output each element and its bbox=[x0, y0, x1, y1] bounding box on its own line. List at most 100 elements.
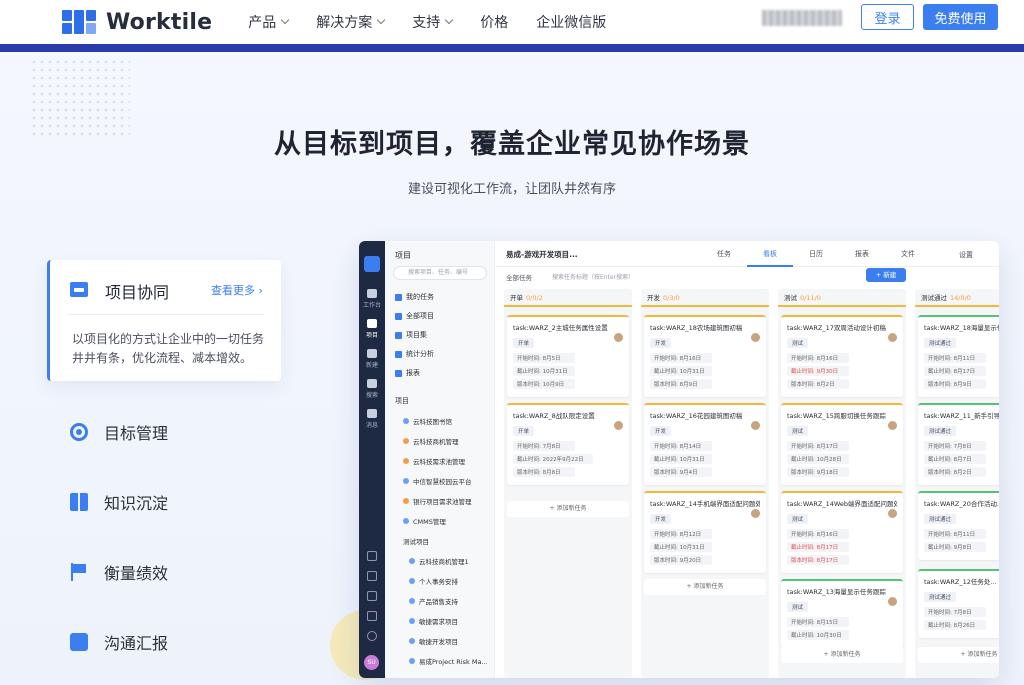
version-date: 版本时间: 8月2日 bbox=[787, 379, 849, 389]
column-count: 0/3/0 bbox=[663, 294, 680, 302]
tab-calendar[interactable]: 日历 bbox=[793, 241, 839, 267]
column-name: 开发 bbox=[647, 294, 660, 302]
project-item[interactable]: 银行项目需求池管理 bbox=[403, 496, 472, 506]
login-button[interactable]: 登录 bbox=[861, 4, 914, 30]
rail-search[interactable]: 搜索 bbox=[359, 379, 385, 399]
task-card[interactable]: task:WARZ_11_新手引导... 测试通过 开始时间: 7月8日 截止时… bbox=[918, 403, 999, 485]
start-date: 开始时间: 7月8日 bbox=[924, 441, 986, 451]
menu-label: 价格 bbox=[480, 15, 509, 31]
project-label: 个人事务安排 bbox=[419, 578, 458, 586]
see-more-link[interactable]: 查看更多 › bbox=[211, 282, 263, 298]
tab-board[interactable]: 看板 bbox=[747, 241, 793, 267]
settings-button[interactable]: 设置 bbox=[959, 250, 973, 260]
due-date: 截止时间: 10月31日 bbox=[650, 366, 712, 376]
project-item[interactable]: 产品销售支持 bbox=[409, 596, 458, 606]
feature-performance[interactable]: 衡量绩效 bbox=[70, 560, 168, 584]
settings-icon[interactable] bbox=[367, 551, 377, 561]
project-item[interactable]: 云科技商机管理1 bbox=[409, 556, 469, 566]
sidebar-label: 项目集 bbox=[406, 331, 427, 339]
task-card[interactable]: task:WARZ_8战队限定设置 开单 开始时间: 7月8日 截止时间: 20… bbox=[507, 403, 629, 485]
sidebar-item-all-projects[interactable]: 全部项目 bbox=[395, 311, 434, 321]
rail-projects[interactable]: 项目 bbox=[359, 319, 385, 339]
menu-item-pricing[interactable]: 价格 bbox=[480, 12, 508, 32]
task-card[interactable]: task:WARZ_18农场建筑图初稿 开发 开始时间: 8月16日 截止时间:… bbox=[644, 315, 766, 397]
feature-card-project[interactable]: 项目协同 查看更多 › 以项目化的方式让企业中的一切任务井井有条，优化流程、减本… bbox=[47, 260, 281, 381]
task-search-input[interactable]: 搜索任务标题（按Enter搜索） bbox=[552, 272, 634, 281]
feature-goals[interactable]: 目标管理 bbox=[70, 420, 168, 444]
menu-item-solutions[interactable]: 解决方案 bbox=[316, 12, 386, 32]
tab-tasks[interactable]: 任务 bbox=[701, 241, 747, 267]
sidebar-item-portfolio[interactable]: 项目集 bbox=[395, 330, 427, 340]
column-name: 开单 bbox=[510, 294, 523, 302]
task-card[interactable]: task:WARZ_18海量显示任务... 测试通过 开始时间: 8月11日 截… bbox=[918, 315, 999, 397]
help-icon[interactable] bbox=[367, 631, 377, 641]
calendar-icon[interactable] bbox=[367, 571, 377, 581]
task-card[interactable]: task:WARZ_20合作活动... 测试通过 开始时间: 8月11日 截止时… bbox=[918, 491, 999, 560]
due-date: 截止时间: 10月31日 bbox=[650, 542, 712, 552]
task-card[interactable]: task:WARZ_14Web端界面适配问题处理 测试 开始时间: 8月16日 … bbox=[781, 491, 903, 573]
start-date: 开始时间: 8月14日 bbox=[650, 441, 712, 451]
tab-reports[interactable]: 报表 bbox=[839, 241, 885, 267]
sidebar-search-input[interactable]: 搜索项目、任务、编号 bbox=[393, 266, 487, 280]
task-filter[interactable]: 全部任务 bbox=[506, 272, 532, 282]
free-trial-button[interactable]: 免费使用 bbox=[923, 4, 998, 30]
tab-files[interactable]: 文件 bbox=[885, 241, 931, 267]
folder-icon[interactable] bbox=[367, 591, 377, 601]
due-date: 截止时间: 10月30日 bbox=[787, 630, 849, 640]
task-card[interactable]: task:WARZ_16花园建筑图初稿 开发 开始时间: 8月14日 截止时间:… bbox=[644, 403, 766, 485]
menu-item-product[interactable]: 产品 bbox=[248, 12, 290, 32]
sidebar-label: 报表 bbox=[406, 369, 420, 377]
version-date: 版本时间: 8月17日 bbox=[787, 555, 849, 565]
assignee-avatar bbox=[888, 597, 897, 606]
box-icon[interactable] bbox=[367, 611, 377, 621]
project-item[interactable]: 个人事务安排 bbox=[409, 576, 458, 586]
project-item[interactable]: 敏捷需求项目 bbox=[409, 616, 458, 626]
project-group[interactable]: 测试项目 bbox=[403, 536, 429, 546]
add-task-button[interactable]: + 添加新任务 bbox=[918, 647, 999, 663]
project-item[interactable]: 中信智慧校园云平台 bbox=[403, 476, 472, 486]
task-icon bbox=[395, 293, 402, 301]
project-item[interactable]: 易成Project Risk Ma... bbox=[409, 656, 488, 666]
project-item[interactable]: 云科技图书馆 bbox=[403, 416, 452, 426]
project-switcher[interactable]: 易成-游戏开发项目... bbox=[506, 249, 578, 260]
user-avatar[interactable]: SU bbox=[364, 655, 379, 670]
start-date: 开始时间: 8月5日 bbox=[513, 353, 575, 363]
project-item[interactable]: 云科技需求池管理 bbox=[403, 456, 465, 466]
project-item[interactable]: CMMS管理 bbox=[403, 516, 446, 526]
sidebar-item-reports[interactable]: 报表 bbox=[395, 368, 420, 378]
kanban-column: 开单 0/0/2 task:WARZ_2主城任务属性设置 开单 开始时间: 8月5… bbox=[504, 289, 632, 678]
status-pill: 测试 bbox=[787, 602, 809, 612]
new-task-button[interactable]: + 新建 bbox=[866, 268, 906, 282]
project-item[interactable]: 云科技商机管理 bbox=[403, 436, 459, 446]
due-date: 截止时间: 2022年9月22日 bbox=[513, 454, 593, 464]
card-title: task:WARZ_15跨服切换任务跟踪 bbox=[787, 412, 886, 420]
menu-item-support[interactable]: 支持 bbox=[412, 12, 454, 32]
task-card[interactable]: task:WARZ_15跨服切换任务跟踪 测试 开始时间: 8月17日 截止时间… bbox=[781, 403, 903, 485]
column-header: 测试 0/11/0 bbox=[778, 289, 906, 307]
sidebar-section-projects[interactable]: 项目 bbox=[395, 396, 409, 406]
task-card[interactable]: task:WARZ_17双周活动设计初稿 测试 开始时间: 8月16日 截止时间… bbox=[781, 315, 903, 397]
brand-logo[interactable]: Worktile bbox=[62, 10, 212, 35]
task-card[interactable]: task:WARZ_2主城任务属性设置 开单 开始时间: 8月5日 截止时间: … bbox=[507, 315, 629, 397]
task-card[interactable]: task:WARZ_13海量显示任务跟踪 测试 开始时间: 8月15日 截止时间… bbox=[781, 579, 903, 648]
assignee-avatar bbox=[888, 421, 897, 430]
sidebar-item-my-tasks[interactable]: 我的任务 bbox=[395, 292, 434, 302]
menu-item-wecom[interactable]: 企业微信版 bbox=[536, 12, 606, 32]
sidebar-item-analytics[interactable]: 统计分析 bbox=[395, 349, 434, 359]
card-title: task:WARZ_12任务处... bbox=[924, 578, 997, 586]
flag-icon bbox=[70, 563, 88, 581]
rail-messages[interactable]: 消息 bbox=[359, 409, 385, 429]
task-card[interactable]: task:WARZ_12任务处... 测试通过 开始时间: 7月8日 截止时间:… bbox=[918, 569, 999, 638]
add-task-button[interactable]: + 添加新任务 bbox=[507, 501, 629, 517]
feature-knowledge[interactable]: 知识沉淀 bbox=[70, 490, 168, 514]
rail-new[interactable]: 新建 bbox=[359, 349, 385, 369]
task-card[interactable]: task:WARZ_14手机端界面适配问题处理 开发 开始时间: 8月12日 截… bbox=[644, 491, 766, 573]
project-item[interactable]: 敏捷开发项目 bbox=[409, 636, 458, 646]
feature-reporting[interactable]: 沟通汇报 bbox=[70, 630, 168, 654]
project-label: CMMS管理 bbox=[413, 518, 446, 526]
rail-workbench[interactable]: 工作台 bbox=[359, 289, 385, 309]
card-title: task:WARZ_2主城任务属性设置 bbox=[513, 324, 608, 332]
add-task-button[interactable]: + 添加新任务 bbox=[781, 647, 903, 663]
add-task-button[interactable]: + 添加新任务 bbox=[644, 579, 766, 595]
project-icon bbox=[409, 558, 415, 564]
